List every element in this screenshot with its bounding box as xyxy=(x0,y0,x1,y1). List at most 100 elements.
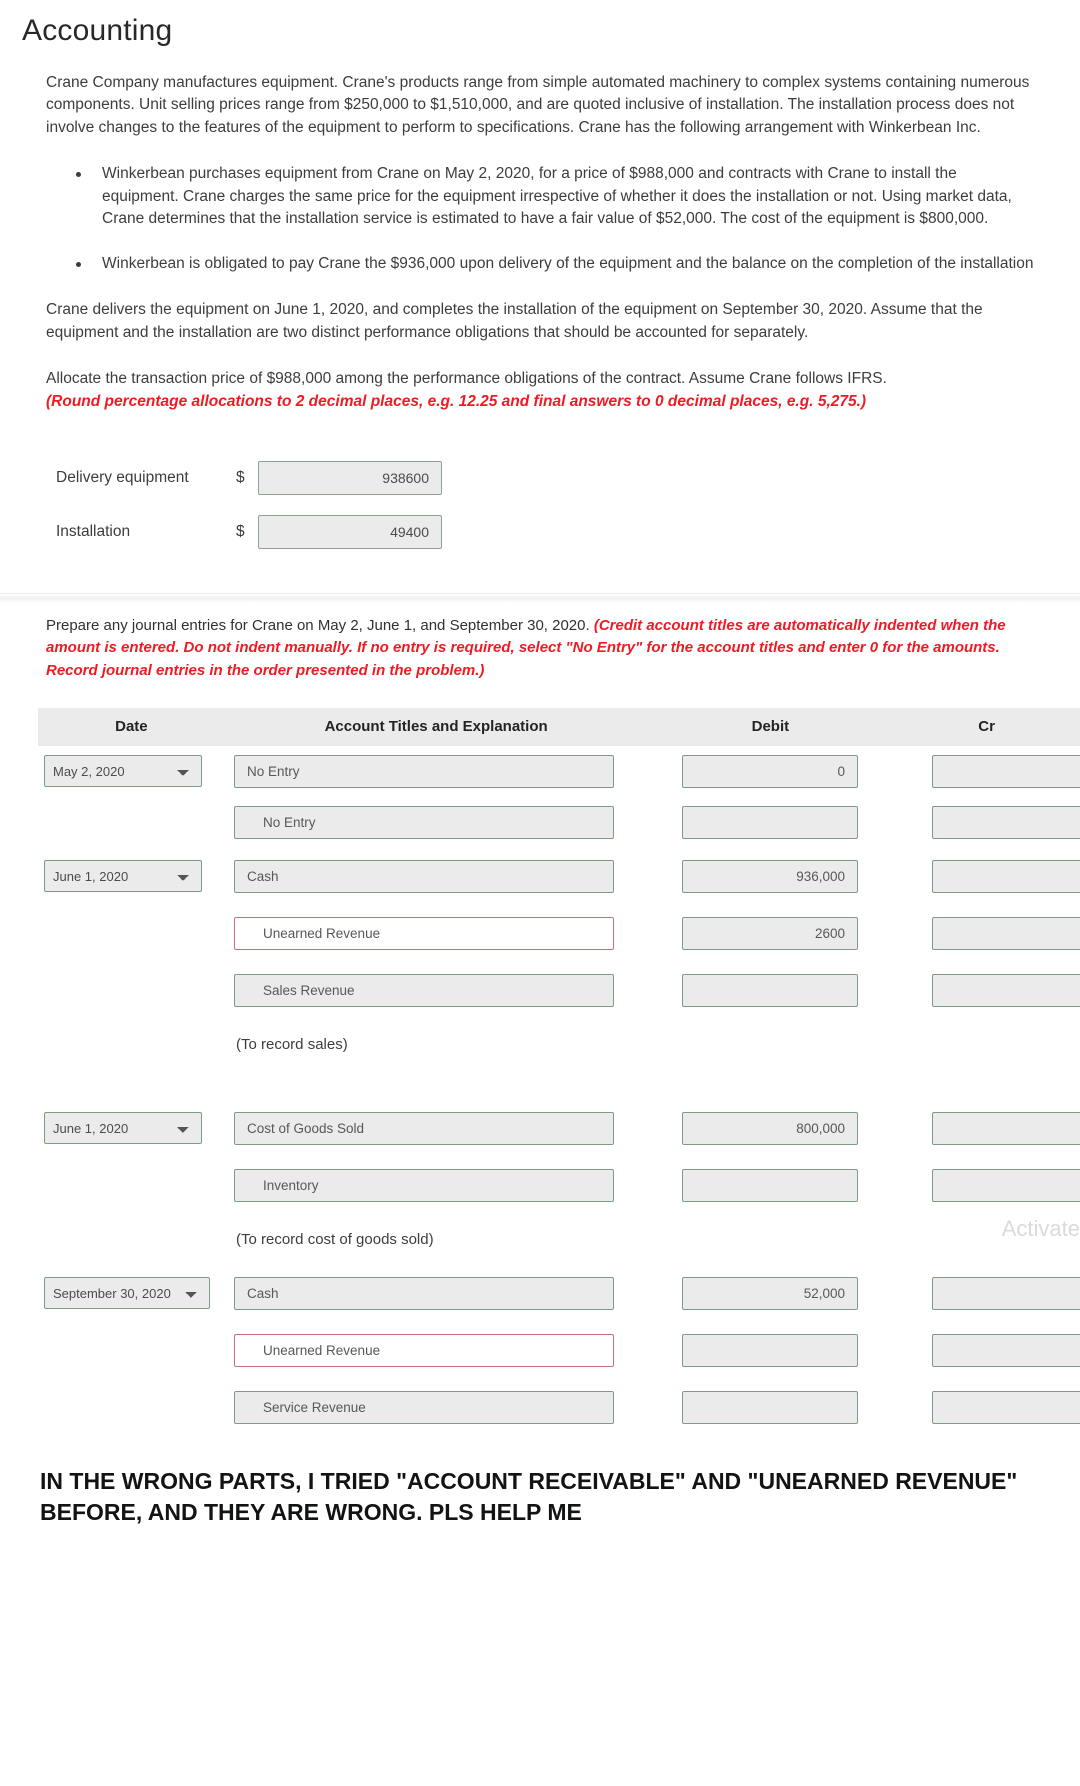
cell-account: Sales Revenue xyxy=(228,973,658,1007)
table-row: May 2, 2020 No Entry 0 xyxy=(38,746,1080,797)
debit-amount-input-11[interactable] xyxy=(682,1390,858,1424)
cell-credit xyxy=(908,1390,1080,1424)
credit-amount-input-3[interactable] xyxy=(932,916,1080,950)
date-dropdown-2[interactable]: June 1, 2020 xyxy=(44,860,202,893)
cell-account: Cash xyxy=(228,1276,658,1310)
cell-credit xyxy=(908,1276,1080,1310)
debit-amount-input-3[interactable]: 2600 xyxy=(682,916,858,950)
cell-account: Service Revenue xyxy=(228,1390,658,1424)
cell-date: September 30, 2020 xyxy=(38,1277,228,1310)
row-spacer xyxy=(38,1070,1080,1100)
journal-instruction: Prepare any journal entries for Crane on… xyxy=(46,615,1034,682)
cell-account: Cash xyxy=(228,859,658,893)
account-title-input-10[interactable]: Unearned Revenue xyxy=(234,1333,614,1367)
cell-credit xyxy=(908,754,1080,788)
table-row: Unearned Revenue xyxy=(38,1322,1080,1379)
cell-credit xyxy=(908,1333,1080,1367)
credit-amount-input-10[interactable] xyxy=(932,1333,1080,1367)
allocation-label: Installation xyxy=(56,523,131,541)
entry-note-to-record-cogs: (To record cost of goods sold) xyxy=(236,1230,434,1248)
debit-amount-input-6[interactable]: 800,000 xyxy=(682,1111,858,1145)
account-title-input-0[interactable]: No Entry xyxy=(234,754,614,788)
debit-amount-input-1[interactable] xyxy=(682,805,858,839)
cell-debit xyxy=(658,805,908,839)
column-header-account: Account Titles and Explanation xyxy=(324,718,548,736)
debit-amount-input-2[interactable]: 936,000 xyxy=(682,859,858,893)
cell-credit xyxy=(908,805,1080,839)
entry-note-to-record-sales: (To record sales) xyxy=(236,1035,348,1053)
credit-amount-input-11[interactable] xyxy=(932,1390,1080,1424)
allocation-label: Delivery equipment xyxy=(56,469,189,487)
table-row-note: (To record sales) xyxy=(38,1019,1080,1070)
table-row: June 1, 2020 Cost of Goods Sold 800,000 xyxy=(38,1100,1080,1157)
credit-amount-input-9[interactable] xyxy=(932,1276,1080,1310)
cell-debit: 0 xyxy=(658,754,908,788)
user-note-message: IN THE WRONG PARTS, I TRIED "ACCOUNT REC… xyxy=(40,1467,1018,1525)
column-header-credit: Cr xyxy=(978,718,995,736)
cell-account: Unearned Revenue xyxy=(228,916,658,950)
cell-date: June 1, 2020 xyxy=(38,1112,228,1145)
debit-amount-input-4[interactable] xyxy=(682,973,858,1007)
journal-instruction-text: Prepare any journal entries for Crane on… xyxy=(46,617,590,635)
account-title-input-3[interactable]: Unearned Revenue xyxy=(234,916,614,950)
cell-debit: 2600 xyxy=(658,916,908,950)
cell-debit: 52,000 xyxy=(658,1276,908,1310)
date-dropdown-6[interactable]: June 1, 2020 xyxy=(44,1112,202,1145)
page-title: Accounting xyxy=(22,14,173,47)
installation-amount-input[interactable]: 49400 xyxy=(258,515,442,550)
credit-amount-input-2[interactable] xyxy=(932,859,1080,893)
cell-credit xyxy=(908,859,1080,893)
cell-account: No Entry xyxy=(228,754,658,788)
credit-amount-input-7[interactable] xyxy=(932,1168,1080,1202)
credit-amount-input-6[interactable] xyxy=(932,1111,1080,1145)
account-title-input-1[interactable]: No Entry xyxy=(234,805,614,839)
table-row: Sales Revenue xyxy=(38,962,1080,1019)
credit-amount-input-4[interactable] xyxy=(932,973,1080,1007)
cell-debit xyxy=(658,1168,908,1202)
cell-account: Cost of Goods Sold xyxy=(228,1111,658,1145)
allocation-row-installation: Installation $ 49400 xyxy=(0,505,1080,559)
currency-symbol: $ xyxy=(236,469,245,487)
account-title-input-11[interactable]: Service Revenue xyxy=(234,1390,614,1424)
section-divider xyxy=(0,593,1080,604)
currency-symbol: $ xyxy=(236,523,245,541)
intro-paragraph: Crane Company manufactures equipment. Cr… xyxy=(46,74,1030,136)
column-header-date: Date xyxy=(115,718,148,736)
table-row: Inventory xyxy=(38,1157,1080,1214)
cell-credit xyxy=(908,1168,1080,1202)
journal-entry-table: Date Account Titles and Explanation Debi… xyxy=(38,707,1080,1436)
debit-amount-input-9[interactable]: 52,000 xyxy=(682,1276,858,1310)
column-header-debit: Debit xyxy=(751,718,790,736)
table-row: Unearned Revenue 2600 xyxy=(38,905,1080,962)
allocate-instruction: Allocate the transaction price of $988,0… xyxy=(46,368,1034,413)
debit-amount-input-0[interactable]: 0 xyxy=(682,754,858,788)
table-row: No Entry xyxy=(38,797,1080,848)
cell-account: No Entry xyxy=(228,805,658,839)
date-dropdown-9[interactable]: September 30, 2020 xyxy=(44,1277,210,1310)
delivery-equipment-amount-input[interactable]: 938600 xyxy=(258,461,442,496)
debit-amount-input-7[interactable] xyxy=(682,1168,858,1202)
cell-account: (To record sales) xyxy=(228,1036,658,1053)
table-row: September 30, 2020 Cash 52,000 xyxy=(38,1265,1080,1322)
cell-credit xyxy=(908,1111,1080,1145)
account-title-input-7[interactable]: Inventory xyxy=(234,1168,614,1202)
table-row-note: (To record cost of goods sold) xyxy=(38,1214,1080,1265)
delivery-paragraph: Crane delivers the equipment on June 1, … xyxy=(46,301,983,341)
allocate-instruction-text: Allocate the transaction price of $988,0… xyxy=(46,370,887,388)
date-dropdown-0[interactable]: May 2, 2020 xyxy=(44,755,202,788)
credit-amount-input-0[interactable] xyxy=(932,754,1080,788)
list-item: Winkerbean purchases equipment from Cran… xyxy=(76,163,1034,230)
cell-date: June 1, 2020 xyxy=(38,860,228,893)
credit-amount-input-1[interactable] xyxy=(932,805,1080,839)
account-title-input-2[interactable]: Cash xyxy=(234,859,614,893)
account-title-input-6[interactable]: Cost of Goods Sold xyxy=(234,1111,614,1145)
table-row: Service Revenue xyxy=(38,1379,1080,1436)
debit-amount-input-10[interactable] xyxy=(682,1333,858,1367)
account-title-input-4[interactable]: Sales Revenue xyxy=(234,973,614,1007)
cell-credit xyxy=(908,973,1080,1007)
account-title-input-9[interactable]: Cash xyxy=(234,1276,614,1310)
cell-debit xyxy=(658,973,908,1007)
allocation-row-delivery-equipment: Delivery equipment $ 938600 xyxy=(0,451,1080,505)
allocation-section: Delivery equipment $ 938600 Installation… xyxy=(0,451,1080,559)
cell-credit xyxy=(908,916,1080,950)
